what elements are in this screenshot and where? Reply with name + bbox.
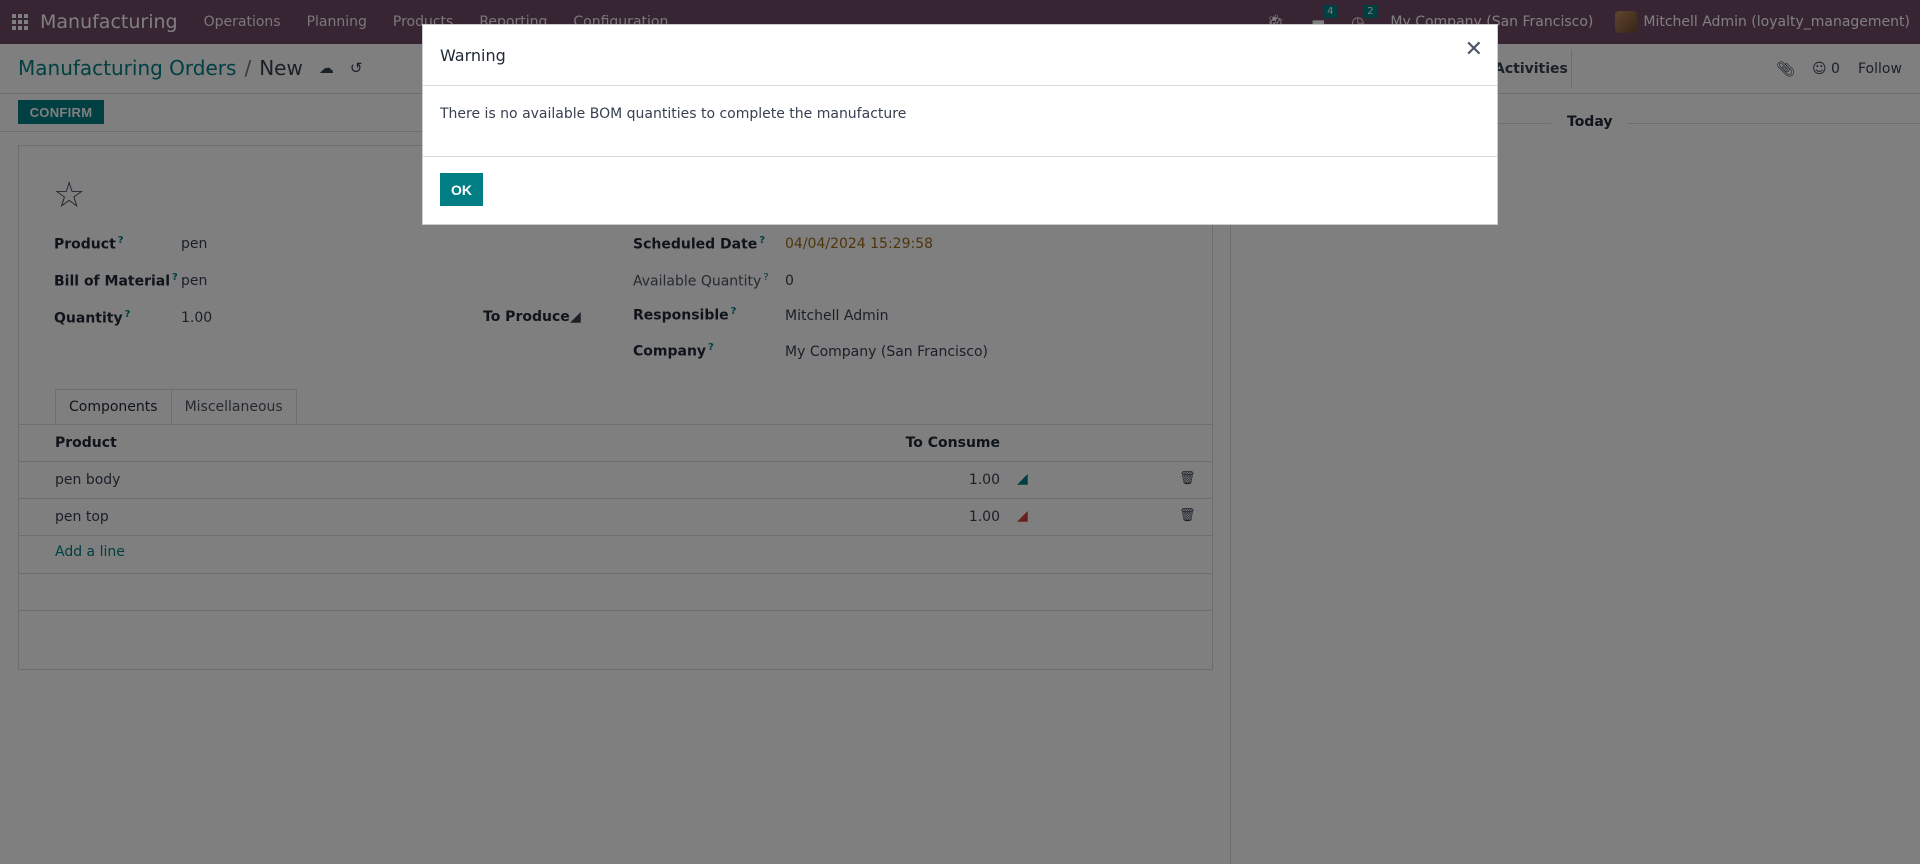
dialog-header: Warning ✕ [423,25,1497,86]
dialog-message: There is no available BOM quantities to … [440,106,907,122]
ok-button[interactable]: OK [440,173,483,206]
close-icon[interactable]: ✕ [1465,39,1483,61]
dialog-title: Warning [440,46,506,65]
warning-dialog: Warning ✕ There is no available BOM quan… [422,24,1498,225]
dialog-body: There is no available BOM quantities to … [423,86,1497,157]
